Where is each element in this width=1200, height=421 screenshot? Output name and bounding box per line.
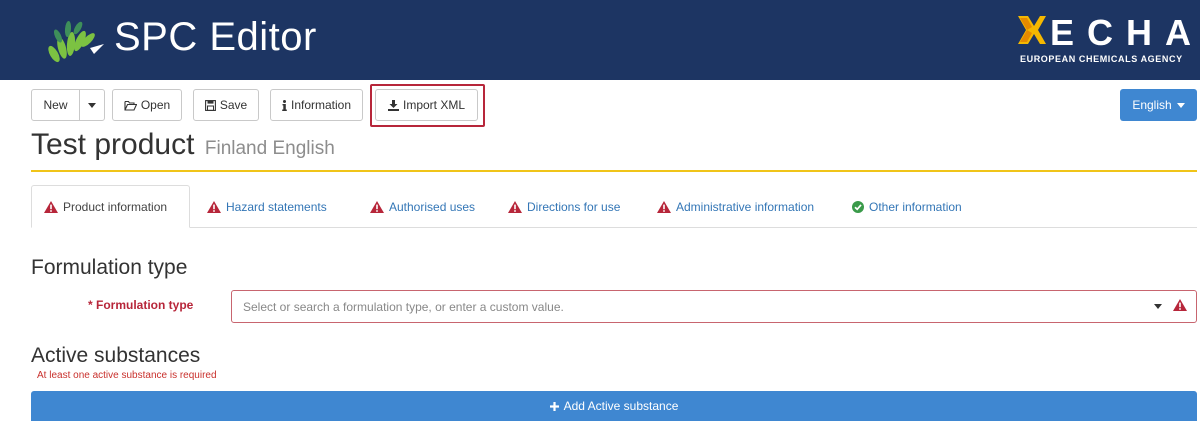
page-title: Test product Finland English [31,128,335,162]
tab-label: Authorised uses [389,199,476,214]
echa-mark-icon [1018,16,1046,44]
echa-subtitle: EUROPEAN CHEMICALS AGENCY [1020,54,1183,64]
language-label: English [1132,98,1172,112]
add-active-substance-button[interactable]: Add Active substance [31,391,1197,421]
formulation-section-title: Formulation type [31,256,188,279]
warning-icon [508,200,522,213]
formulation-type-label: * Formulation type [88,298,194,312]
formulation-type-placeholder: Select or search a formulation type, or … [243,300,564,314]
folder-open-icon [124,100,137,111]
import-xml-button-label: Import XML [402,98,465,112]
warning-icon [657,200,671,213]
import-xml-button[interactable]: Import XML [375,89,478,121]
tab-label: Administrative information [676,199,815,214]
download-icon [387,99,399,111]
caret-down-icon[interactable] [1154,304,1162,309]
new-button[interactable]: New [31,89,80,121]
tab-label: Directions for use [527,199,621,214]
open-button-label: Open [140,98,171,112]
warning-icon [207,200,221,213]
active-substances-title: Active substances [31,344,201,367]
new-button-label: New [43,98,68,112]
tab-administrative-information[interactable]: Administrative information [657,185,814,228]
title-divider [31,170,1197,172]
save-button-label: Save [219,98,248,112]
product-locale: Finland English [204,138,335,159]
information-button-label: Information [290,98,352,112]
language-dropdown[interactable]: English [1120,89,1197,121]
tab-directions-for-use[interactable]: Directions for use [508,185,620,228]
caret-down-icon [88,102,96,108]
tab-label: Hazard statements [226,199,327,214]
tab-label: Other information [869,199,962,214]
caret-down-icon [1176,102,1185,108]
warning-icon [44,200,58,213]
floppy-disk-icon [204,99,216,111]
add-active-substance-label: Add Active substance [563,399,679,413]
check-circle-icon [852,200,864,213]
information-button[interactable]: Information [270,89,363,121]
open-button[interactable]: Open [112,89,182,121]
echa-letters: ECHA [1050,12,1200,53]
info-icon [282,99,287,111]
tab-authorised-uses[interactable]: Authorised uses [370,185,475,228]
product-name: Test product [31,128,195,161]
spc-leaf-logo-icon [48,21,104,63]
new-dropdown-button[interactable] [79,89,105,121]
tab-label: Product information [63,199,168,214]
tab-other-information[interactable]: Other information [852,185,962,228]
warning-icon [1173,299,1187,311]
formulation-type-select[interactable]: Select or search a formulation type, or … [231,290,1197,323]
app-header: SPC Editor ECHA EUROPEAN CHEMICALS AGENC… [0,0,1200,80]
tab-hazard-statements[interactable]: Hazard statements [207,185,327,228]
warning-icon [370,200,384,213]
tab-product-information[interactable]: Product information [31,185,190,228]
save-button[interactable]: Save [193,89,259,121]
app-title: SPC Editor [114,15,317,59]
active-substances-error: At least one active substance is require… [37,370,217,381]
echa-logo: ECHA EUROPEAN CHEMICALS AGENCY [1018,12,1200,68]
plus-icon [549,401,559,411]
